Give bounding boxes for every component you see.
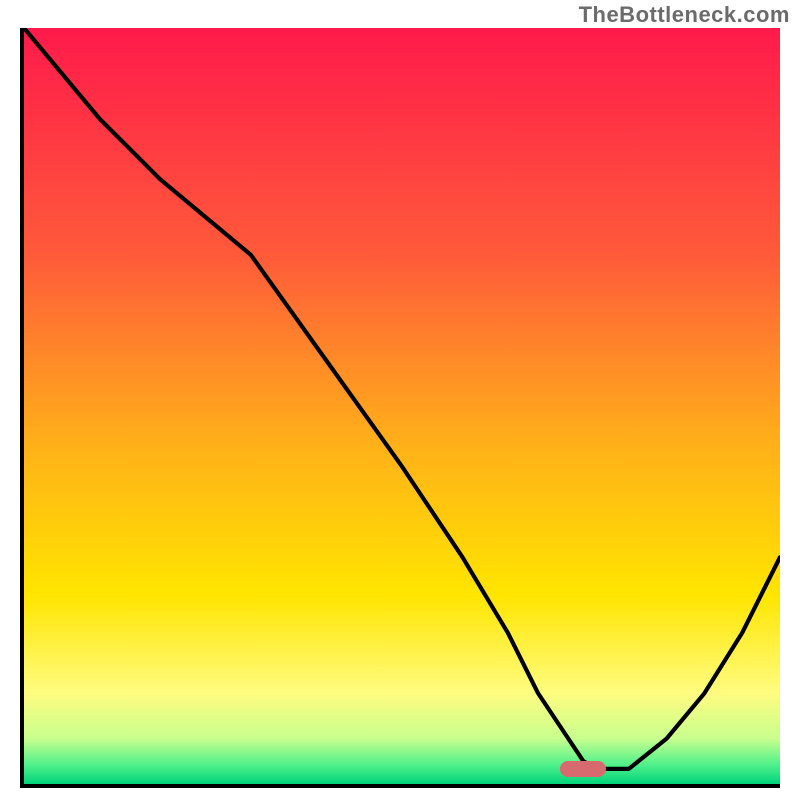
chart-stage: TheBottleneck.com — [0, 0, 800, 800]
optimum-marker — [560, 761, 606, 777]
bottleneck-curve — [24, 28, 780, 784]
watermark-text: TheBottleneck.com — [579, 2, 790, 28]
plot-area — [20, 28, 780, 788]
